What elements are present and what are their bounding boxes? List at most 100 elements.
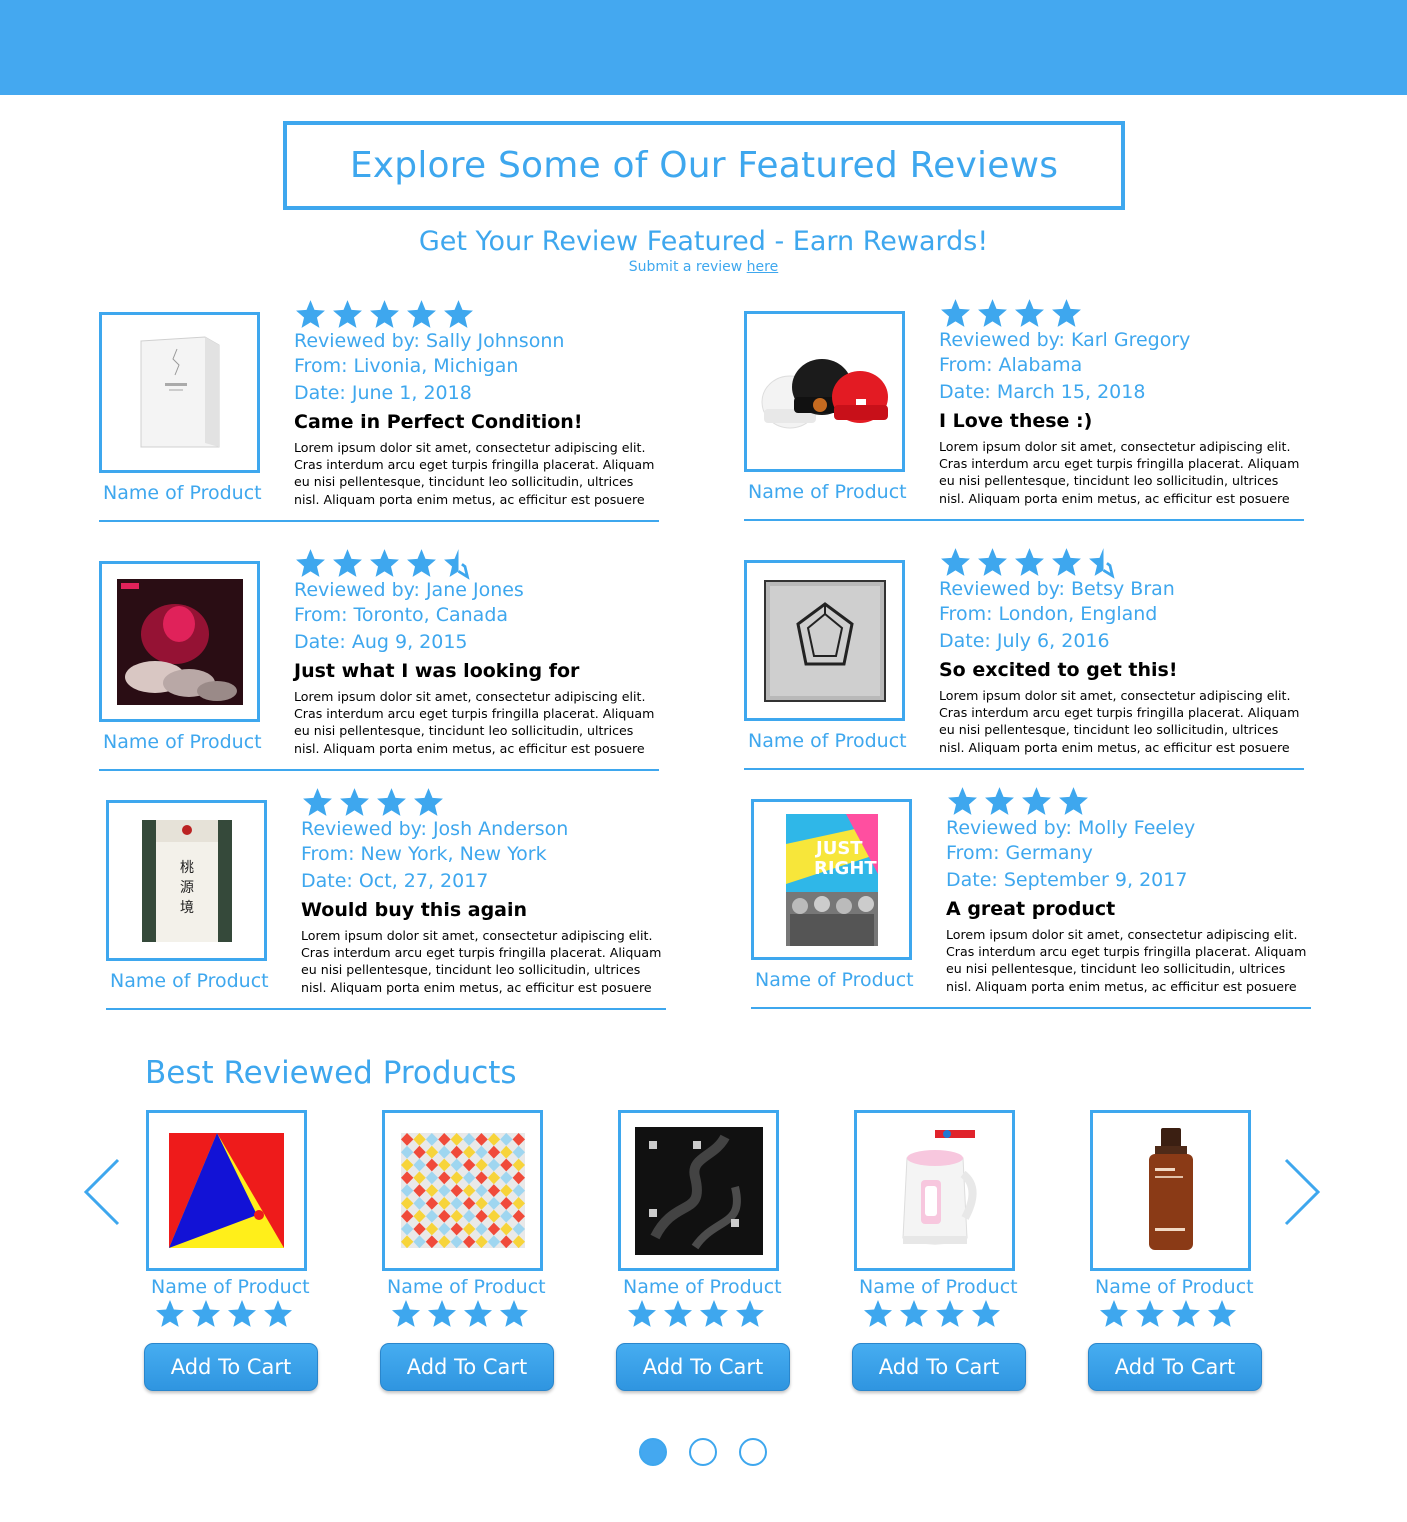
carousel-page-dot[interactable] — [739, 1438, 767, 1466]
star-icon — [978, 547, 1007, 576]
product-name[interactable]: Name of Product — [623, 1276, 782, 1298]
submit-review-link[interactable]: here — [747, 259, 779, 275]
star-icon — [941, 547, 970, 576]
add-to-cart-button[interactable]: Add To Cart — [1088, 1343, 1262, 1391]
review-card: Name of Product Reviewed by: Sally Johns… — [99, 299, 659, 522]
chevron-left-icon[interactable] — [82, 1158, 122, 1226]
star-icon — [228, 1300, 256, 1327]
product-image[interactable] — [99, 561, 260, 722]
star-icon — [500, 1300, 528, 1327]
reviewer-location: From: Germany — [946, 842, 1093, 864]
chevron-right-icon[interactable] — [1282, 1158, 1322, 1226]
product-name[interactable]: Name of Product — [859, 1276, 1018, 1298]
product-image[interactable] — [99, 312, 260, 473]
submit-review-line: Submit a review here — [0, 259, 1407, 275]
featured-title-box: Explore Some of Our Featured Reviews — [283, 121, 1125, 210]
rating-stars — [1098, 1298, 1238, 1330]
review-headline: Came in Perfect Condition! — [294, 411, 583, 433]
product-image[interactable] — [1090, 1110, 1251, 1271]
add-to-cart-button[interactable]: Add To Cart — [616, 1343, 790, 1391]
review-headline: Just what I was looking for — [294, 660, 580, 682]
reviewer-name: Reviewed by: Karl Gregory — [939, 329, 1191, 351]
star-icon — [985, 786, 1014, 815]
star-icon — [864, 1300, 892, 1327]
rating-stars — [946, 784, 1090, 818]
star-icon — [264, 1300, 292, 1327]
product-name[interactable]: Name of Product — [110, 970, 269, 992]
add-to-cart-button[interactable]: Add To Cart — [144, 1343, 318, 1391]
review-body: Lorem ipsum dolor sit amet, consectetur … — [294, 440, 655, 507]
product-image[interactable] — [618, 1110, 779, 1271]
product-image[interactable] — [854, 1110, 1015, 1271]
half-star-icon — [444, 548, 470, 580]
add-to-cart-button[interactable]: Add To Cart — [852, 1343, 1026, 1391]
star-icon — [464, 1300, 492, 1327]
product-image[interactable] — [744, 560, 905, 721]
star-icon — [1136, 1300, 1164, 1327]
product-name[interactable]: Name of Product — [387, 1276, 546, 1298]
carousel-page-dot[interactable] — [639, 1438, 667, 1466]
star-icon — [972, 1300, 1000, 1327]
featured-subtitle: Get Your Review Featured - Earn Rewards! — [418, 226, 989, 257]
star-icon — [1022, 786, 1051, 815]
rating-stars — [862, 1298, 1002, 1330]
review-headline: I Love these :) — [939, 410, 1093, 432]
product-image[interactable]: JUST RIGHT — [751, 799, 912, 960]
electric-kettle-image — [901, 1130, 976, 1245]
reviewer-location: From: Livonia, Michigan — [294, 355, 519, 377]
rating-stars — [390, 1298, 530, 1330]
review-headline: A great product — [946, 898, 1116, 920]
product-name[interactable]: Name of Product — [151, 1276, 310, 1298]
star-icon — [1052, 547, 1081, 576]
star-icon — [156, 1300, 184, 1327]
star-icon — [340, 787, 369, 816]
svg-text:源: 源 — [180, 880, 194, 896]
product-image[interactable]: 桃 源 境 — [106, 800, 267, 961]
star-icon — [1015, 547, 1044, 576]
review-card: JUST RIGHT Name of Product Reviewed by: … — [751, 786, 1311, 1009]
review-card: Name of Product Reviewed by: Betsy Bran … — [744, 547, 1304, 770]
product-name[interactable]: Name of Product — [103, 731, 262, 753]
star-icon — [444, 299, 473, 328]
star-icon — [428, 1300, 456, 1327]
product-card: Name of Product Add To Cart — [380, 1110, 560, 1395]
product-name[interactable]: Name of Product — [748, 730, 907, 752]
svg-text:桃: 桃 — [180, 860, 194, 876]
product-name[interactable]: Name of Product — [103, 482, 262, 504]
product-image[interactable] — [382, 1110, 543, 1271]
best-reviewed-title: Best Reviewed Products — [145, 1055, 517, 1091]
rating-stars — [154, 1298, 294, 1330]
add-to-cart-button[interactable]: Add To Cart — [380, 1343, 554, 1391]
star-icon — [978, 298, 1007, 327]
product-card: Name of Product Add To Cart — [1088, 1110, 1268, 1395]
reviewer-name: Reviewed by: Josh Anderson — [301, 818, 569, 840]
rating-stars — [294, 297, 475, 331]
star-icon — [1172, 1300, 1200, 1327]
product-name[interactable]: Name of Product — [1095, 1276, 1254, 1298]
review-date: Date: March 15, 2018 — [939, 381, 1146, 403]
reviewer-location: From: Alabama — [939, 354, 1083, 376]
white-album-box-image — [140, 336, 219, 448]
review-headline: So excited to get this! — [939, 659, 1178, 681]
rating-stars — [939, 296, 1083, 330]
star-icon — [370, 548, 399, 577]
product-name[interactable]: Name of Product — [748, 481, 907, 503]
reviewer-name: Reviewed by: Betsy Bran — [939, 578, 1175, 600]
product-card: Name of Product Add To Cart — [616, 1110, 796, 1395]
brown-skincare-bottle-image — [1148, 1128, 1193, 1250]
star-icon — [414, 787, 443, 816]
star-icon — [736, 1300, 764, 1327]
silver-pentagon-album-image — [763, 579, 886, 702]
star-icon — [407, 299, 436, 328]
product-image[interactable] — [146, 1110, 307, 1271]
star-icon — [941, 298, 970, 327]
carousel-page-dot[interactable] — [689, 1438, 717, 1466]
product-image[interactable] — [744, 311, 905, 472]
star-icon — [296, 548, 325, 577]
star-icon — [370, 299, 399, 328]
reviewer-name: Reviewed by: Jane Jones — [294, 579, 524, 601]
just-right-album-image: JUST RIGHT — [785, 813, 878, 946]
star-icon — [936, 1300, 964, 1327]
product-name[interactable]: Name of Product — [755, 969, 914, 991]
rating-stars — [294, 546, 475, 580]
